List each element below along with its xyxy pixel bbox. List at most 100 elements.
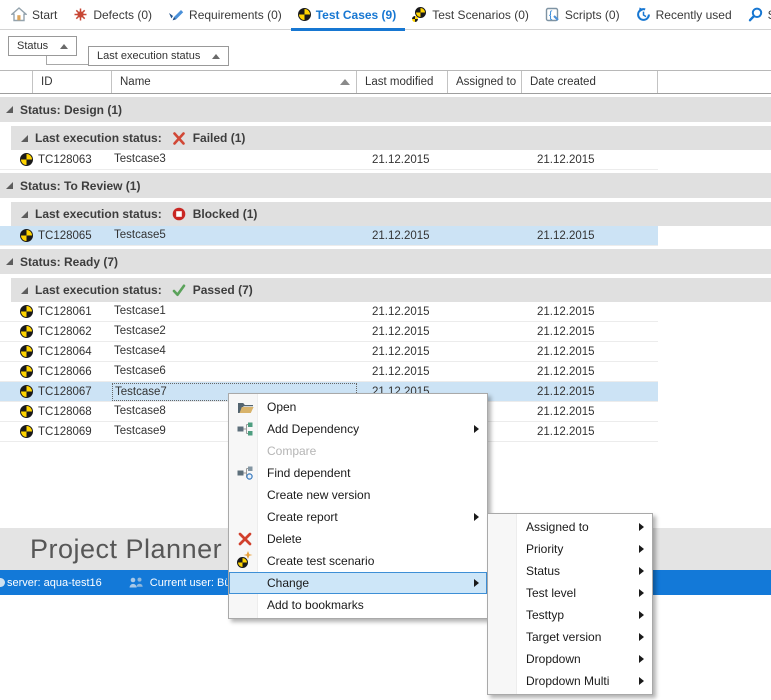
subgroup-row-passed[interactable]: Last execution status: Passed (7) [11,278,771,302]
group-chip-status[interactable]: Status [8,36,77,56]
submenu-item-assigned-to[interactable]: Assigned to [488,516,652,538]
column-header-last-modified[interactable]: Last modified [357,71,448,93]
test-case-icon [298,8,311,21]
cell-date-created: 21.12.2015 [522,366,658,378]
column-label: Date created [530,76,596,88]
test-case-icon [20,405,33,418]
submenu-arrow-icon [474,513,479,521]
connection-icon [0,578,5,587]
collapse-expander-icon[interactable] [6,106,13,113]
collapse-expander-icon[interactable] [21,135,28,142]
menu-item-label: Dropdown Multi [526,674,609,688]
menu-item-label: Open [267,400,296,414]
table-row[interactable]: TC128062 Testcase2 21.12.2015 21.12.2015 [0,322,658,342]
search-icon [748,7,763,22]
tab-search[interactable]: Search [741,0,771,30]
submenu-item-test-level[interactable]: Test level [488,582,652,604]
menu-item-label: Create test scenario [267,554,374,568]
cell-id: TC128069 [36,426,112,438]
collapse-expander-icon[interactable] [21,287,28,294]
table-row[interactable]: TC128063 Testcase3 21.12.2015 21.12.2015 [0,150,658,170]
column-header-date-created[interactable]: Date created [522,71,658,93]
cell-last-modified: 21.12.2015 [357,230,448,242]
test-case-icon [20,345,33,358]
tab-recently-used[interactable]: Recently used [629,0,741,30]
table-row[interactable]: TC128061 Testcase1 21.12.2015 21.12.2015 [0,302,658,322]
menu-item-create-report[interactable]: Create report [229,506,487,528]
subgroup-label: Last execution status: [35,131,162,145]
collapse-expander-icon[interactable] [21,211,28,218]
tab-requirements[interactable]: Requirements (0) [161,0,291,30]
cell-date-created: 21.12.2015 [522,230,658,242]
change-submenu: Assigned to Priority Status Test level T… [487,513,653,695]
tab-label: Defects (0) [93,8,152,22]
tab-label: Test Scenarios (0) [432,8,529,22]
submenu-item-status[interactable]: Status [488,560,652,582]
column-header-id[interactable]: ID [33,71,112,93]
dependency-icon [235,418,255,440]
group-chip-last-execution-status[interactable]: Last execution status [88,46,229,66]
column-label: Last modified [365,76,433,88]
tab-test-cases[interactable]: Test Cases (9) [291,0,405,30]
table-row[interactable]: TC128064 Testcase4 21.12.2015 21.12.2015 [0,342,658,362]
defect-icon [73,7,88,22]
submenu-item-target-version[interactable]: Target version [488,626,652,648]
cell-last-modified: 21.12.2015 [357,306,448,318]
menu-item-label: Add to bookmarks [267,598,364,612]
menu-item-label: Add Dependency [267,422,359,436]
current-user-text: Current user: Büs [150,577,236,589]
tab-test-scenarios[interactable]: Test Scenarios (0) [405,0,538,30]
column-header-name[interactable]: Name [112,71,357,93]
group-row-status-ready[interactable]: Status: Ready (7) [0,249,771,274]
tab-defects[interactable]: Defects (0) [66,0,161,30]
menu-item-open[interactable]: Open [229,396,487,418]
submenu-item-dropdown-multi[interactable]: Dropdown Multi [488,670,652,692]
submenu-item-priority[interactable]: Priority [488,538,652,560]
group-title: Status: To Review (1) [20,179,140,193]
tab-label: Test Cases (9) [316,8,396,22]
group-row-status-to-review[interactable]: Status: To Review (1) [0,173,771,198]
submenu-item-dropdown[interactable]: Dropdown [488,648,652,670]
script-icon: { [545,7,560,22]
failed-icon [172,132,186,145]
table-row[interactable]: TC128066 Testcase6 21.12.2015 21.12.2015 [0,362,658,382]
column-header-icon[interactable] [0,71,33,93]
cell-last-modified: 21.12.2015 [357,326,448,338]
subgroup-row-failed[interactable]: Last execution status: Failed (1) [11,126,771,150]
menu-item-create-new-version[interactable]: Create new version [229,484,487,506]
menu-item-find-dependent[interactable]: Find dependent [229,462,487,484]
subgroup-row-blocked[interactable]: Last execution status: Blocked (1) [11,202,771,226]
menu-item-label: Target version [526,630,601,644]
menu-item-add-to-bookmarks[interactable]: Add to bookmarks [229,594,487,616]
menu-item-create-test-scenario[interactable]: Create test scenario [229,550,487,572]
column-header-assigned-to[interactable]: Assigned to [448,71,522,93]
cell-id: TC128061 [36,306,112,318]
users-icon [128,576,145,589]
grid-body: Status: Design (1) Last execution status… [0,94,771,442]
menu-item-add-dependency[interactable]: Add Dependency [229,418,487,440]
cell-last-modified: 21.12.2015 [357,346,448,358]
group-row-status-design[interactable]: Status: Design (1) [0,97,771,122]
collapse-expander-icon[interactable] [6,258,13,265]
menu-item-delete[interactable]: Delete [229,528,487,550]
cell-date-created: 21.12.2015 [522,346,658,358]
column-label: Name [120,76,151,88]
history-icon [636,7,651,22]
menu-item-label: Change [267,576,309,590]
submenu-item-testtyp[interactable]: Testtyp [488,604,652,626]
nav-project-planner[interactable]: Project Planner [30,534,222,565]
menu-item-label: Delete [267,532,302,546]
table-row[interactable]: TC128065 Testcase5 21.12.2015 21.12.2015 [0,226,658,246]
subgroup-status: Failed (1) [193,131,246,145]
tab-start[interactable]: Start [4,0,66,30]
subgroup-status: Blocked (1) [193,207,258,221]
submenu-arrow-icon [474,579,479,587]
tab-label: Scripts (0) [565,8,620,22]
cell-id: TC128065 [36,230,112,242]
blocked-icon [172,207,186,221]
tab-scripts[interactable]: { Scripts (0) [538,0,629,30]
collapse-expander-icon[interactable] [6,182,13,189]
menu-item-change[interactable]: Change [229,572,487,594]
test-case-icon [20,385,33,398]
tab-label: Start [32,8,57,22]
